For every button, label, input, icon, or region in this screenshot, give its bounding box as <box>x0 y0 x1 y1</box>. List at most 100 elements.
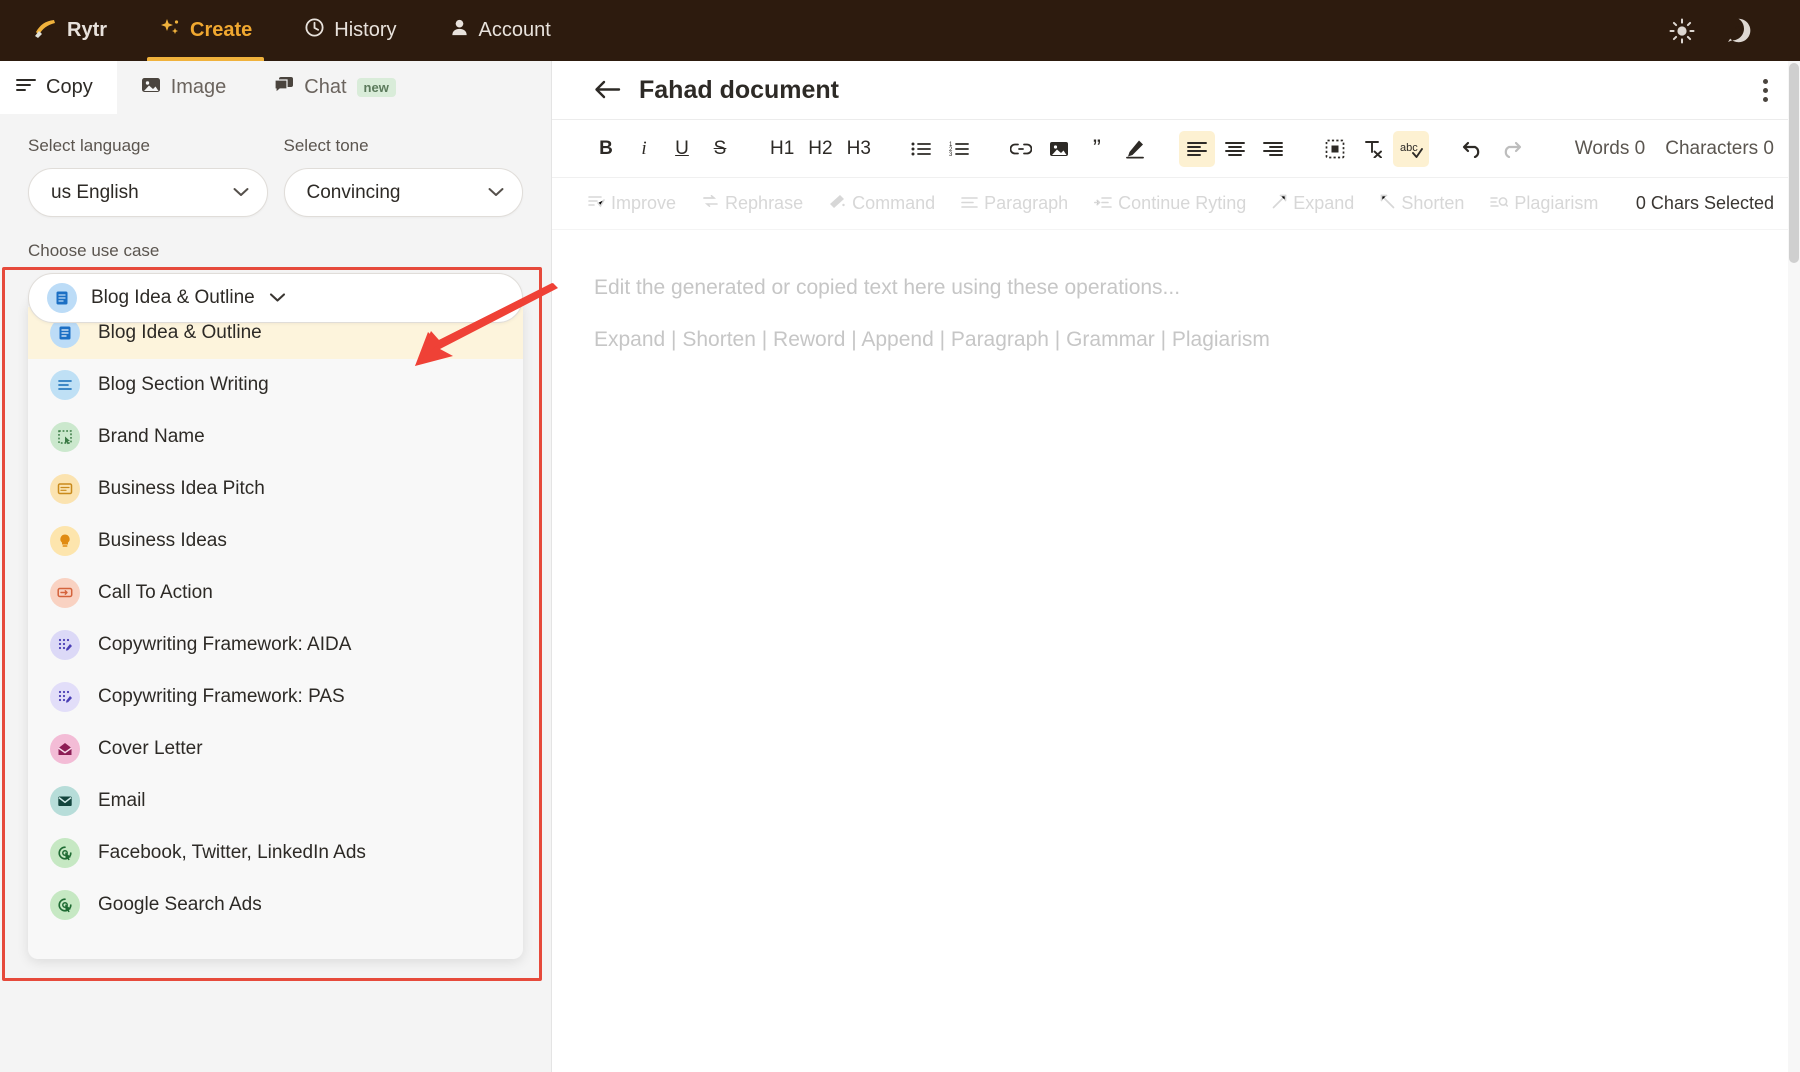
numbered-list-button[interactable]: 123 <box>941 131 977 167</box>
dashed-select-icon <box>50 422 80 452</box>
use-case-option-6[interactable]: Call To Action <box>28 567 523 619</box>
use-case-option-9[interactable]: Cover Letter <box>28 723 523 775</box>
align-right-button[interactable] <box>1255 131 1291 167</box>
use-case-option-12[interactable]: Google Search Ads <box>28 879 523 931</box>
tab-copy[interactable]: Copy <box>0 61 117 114</box>
align-left-button[interactable] <box>1179 131 1215 167</box>
language-value: us English <box>51 182 233 204</box>
use-case-value: Blog Idea & Outline <box>91 287 255 309</box>
use-case-option-5[interactable]: Business Ideas <box>28 515 523 567</box>
page-scrollbar[interactable] <box>1788 61 1800 1072</box>
use-case-option-2[interactable]: Blog Section Writing <box>28 359 523 411</box>
use-case-option-4[interactable]: Business Idea Pitch <box>28 463 523 515</box>
chat-icon <box>274 76 294 100</box>
rytr-logo-icon <box>34 17 58 45</box>
use-case-select[interactable]: Blog Idea & Outline <box>28 273 523 323</box>
select-block-button[interactable] <box>1317 131 1353 167</box>
tone-label: Select tone <box>284 136 524 156</box>
nav-item-rytr-label: Rytr <box>67 19 107 42</box>
redo-button[interactable] <box>1493 131 1529 167</box>
highlighter-button[interactable] <box>1117 131 1153 167</box>
image-icon <box>141 76 161 100</box>
strikethrough-button[interactable]: S <box>702 131 738 167</box>
link-button[interactable] <box>1003 131 1039 167</box>
tone-select[interactable]: Convincing <box>284 168 524 217</box>
op-continue-ryting[interactable]: Continue Ryting <box>1094 193 1246 214</box>
use-case-option-list[interactable]: Blog Idea & OutlineBlog Section WritingB… <box>28 299 523 959</box>
target-click-icon <box>50 838 80 868</box>
help-circle-icon[interactable]: ? <box>1725 17 1752 44</box>
op-paragraph[interactable]: Paragraph <box>961 193 1068 214</box>
nav-item-account[interactable]: Account <box>423 0 577 61</box>
word-character-counters: Words 0 Characters 0 <box>1575 138 1774 160</box>
character-count: Characters 0 <box>1665 138 1774 160</box>
heading-2-button[interactable]: H2 <box>802 131 838 167</box>
svg-text:3: 3 <box>949 152 953 157</box>
nav-item-create[interactable]: Create <box>133 0 278 61</box>
align-center-button[interactable] <box>1217 131 1253 167</box>
chat-new-badge: new <box>357 78 396 97</box>
document-editor: Fahad document B i U S H1 H2 H3 123 <box>552 61 1800 1072</box>
language-select[interactable]: us English <box>28 168 268 217</box>
use-case-option-10[interactable]: Email <box>28 775 523 827</box>
heading-3-button[interactable]: H3 <box>841 131 877 167</box>
lightbulb-icon <box>50 526 80 556</box>
sun-icon[interactable] <box>1669 18 1695 44</box>
expand-arrow-icon <box>1272 193 1287 214</box>
undo-button[interactable] <box>1455 131 1491 167</box>
nav-item-history[interactable]: History <box>278 0 422 61</box>
op-command[interactable]: Command <box>829 193 935 214</box>
spellcheck-button[interactable]: abc <box>1393 131 1429 167</box>
editor-canvas[interactable]: Edit the generated or copied text here u… <box>552 230 1800 1072</box>
page-scrollbar-thumb[interactable] <box>1789 63 1799 263</box>
tab-chat[interactable]: Chat new <box>250 61 420 114</box>
top-nav-items: Rytr Create History <box>26 0 577 61</box>
use-case-option-label: Call To Action <box>98 582 213 604</box>
use-case-option-label: Email <box>98 790 146 812</box>
language-tone-row: Select language us English Select tone C… <box>28 136 523 217</box>
tab-copy-label: Copy <box>46 76 93 99</box>
arrow-left-icon[interactable] <box>594 77 621 103</box>
word-count: Words 0 <box>1575 138 1645 160</box>
bullet-list-button[interactable] <box>903 131 939 167</box>
tab-image[interactable]: Image <box>117 61 251 114</box>
underline-button[interactable]: U <box>664 131 700 167</box>
use-case-option-8[interactable]: Copywriting Framework: PAS <box>28 671 523 723</box>
clear-format-button[interactable] <box>1355 131 1391 167</box>
op-improve[interactable]: Improve <box>588 193 676 214</box>
use-case-option-label: Copywriting Framework: AIDA <box>98 634 351 656</box>
insert-image-button[interactable] <box>1041 131 1077 167</box>
op-paragraph-label: Paragraph <box>984 193 1068 214</box>
use-case-option-label: Blog Idea & Outline <box>98 322 262 344</box>
op-plagiarism-label: Plagiarism <box>1514 193 1598 214</box>
op-expand[interactable]: Expand <box>1272 193 1354 214</box>
shorten-arrow-icon <box>1380 193 1395 214</box>
tab-chat-label: Chat <box>304 76 346 99</box>
nav-item-create-label: Create <box>190 19 252 42</box>
use-case-option-7[interactable]: Copywriting Framework: AIDA <box>28 619 523 671</box>
use-case-option-label: Google Search Ads <box>98 894 262 916</box>
envelope-icon <box>50 786 80 816</box>
svg-text:abc: abc <box>1400 142 1418 154</box>
chevron-down-icon <box>488 184 504 201</box>
use-case-option-3[interactable]: Brand Name <box>28 411 523 463</box>
heading-1-button[interactable]: H1 <box>764 131 800 167</box>
op-rephrase[interactable]: Rephrase <box>702 193 803 214</box>
improve-icon <box>588 193 605 214</box>
tone-value: Convincing <box>307 182 489 204</box>
magic-wand-icon <box>829 193 846 214</box>
chevron-down-icon <box>269 290 286 307</box>
document-lines-icon <box>47 283 77 313</box>
nav-item-rytr[interactable]: Rytr <box>26 0 133 61</box>
envelope-open-icon <box>50 734 80 764</box>
op-plagiarism[interactable]: Plagiarism <box>1490 193 1598 214</box>
op-rephrase-label: Rephrase <box>725 193 803 214</box>
blockquote-button[interactable]: ” <box>1079 131 1115 167</box>
kebab-menu-icon[interactable] <box>1757 73 1774 108</box>
italic-button[interactable]: i <box>626 131 662 167</box>
continue-icon <box>1094 193 1112 214</box>
plagiarism-search-icon <box>1490 193 1508 214</box>
bold-button[interactable]: B <box>588 131 624 167</box>
op-shorten[interactable]: Shorten <box>1380 193 1464 214</box>
use-case-option-11[interactable]: Facebook, Twitter, LinkedIn Ads <box>28 827 523 879</box>
